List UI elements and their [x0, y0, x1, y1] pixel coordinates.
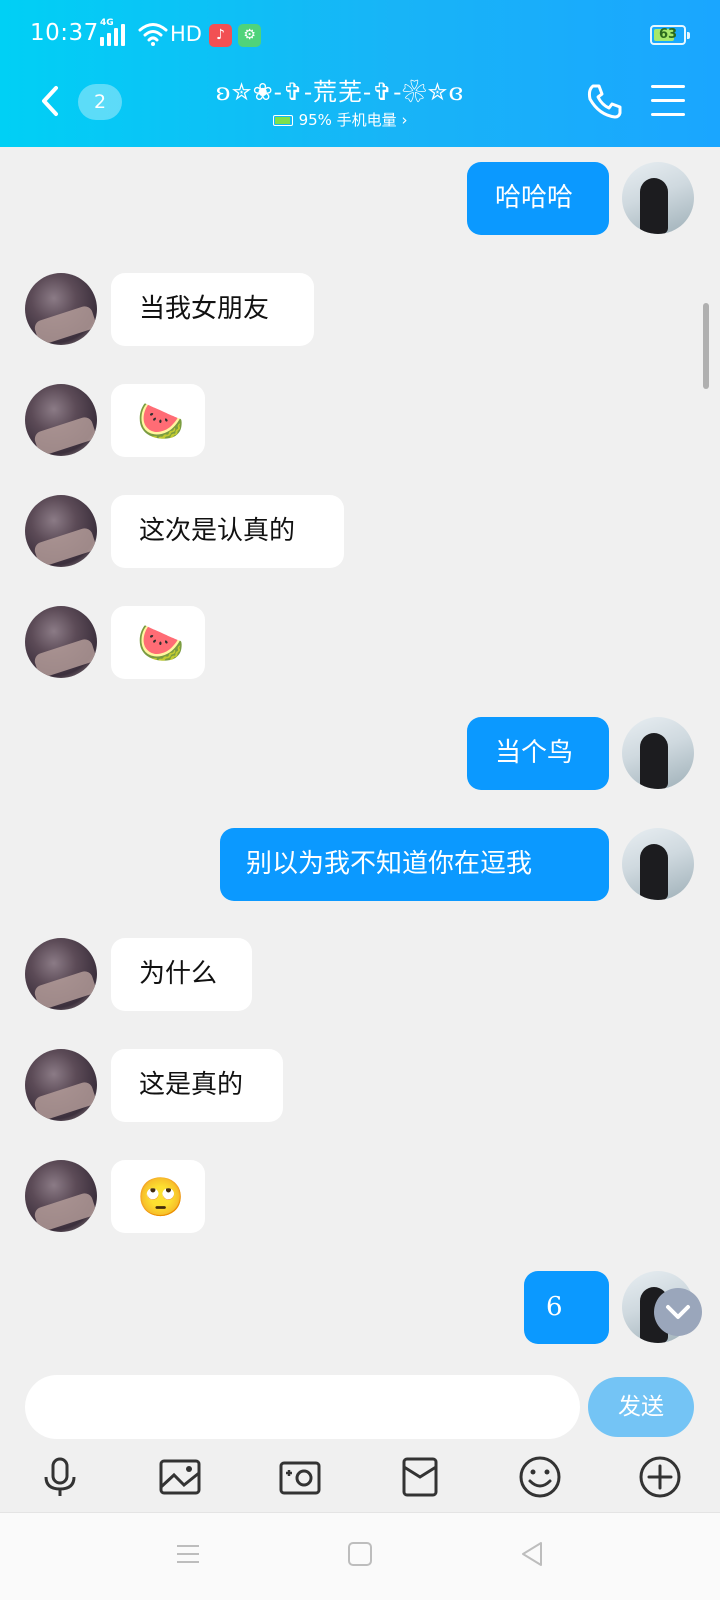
app-notification-icon: ⚙	[238, 24, 261, 47]
signal-icon: 4G	[100, 18, 134, 46]
scroll-indicator[interactable]	[703, 303, 709, 389]
message-bubble-sent[interactable]: 当个鸟	[467, 717, 609, 790]
my-avatar[interactable]	[622, 162, 694, 234]
status-bar: 10:37 4G HD ♪ ⚙ 63	[0, 0, 720, 70]
send-button[interactable]: 发送	[588, 1377, 694, 1437]
contact-name: ʚ✮❀-✞-荒芜-✞-❀✮ɞ	[215, 78, 465, 106]
red-packet-icon[interactable]	[398, 1455, 442, 1499]
phone-battery-icon	[272, 115, 293, 126]
message-text: 为什么	[139, 959, 218, 989]
unread-count-badge[interactable]: 2	[78, 84, 122, 120]
message-bubble-sent[interactable]: 别以为我不知道你在逗我	[220, 828, 609, 901]
message-bubble-received[interactable]: 为什么	[111, 938, 252, 1011]
message-list[interactable]: 哈哈哈 当我女朋友 🍉 这次是认真的 🍉 当个鸟 别以为我不知道你在逗我 为什么…	[0, 147, 720, 1360]
contact-avatar[interactable]	[25, 273, 97, 345]
message-bubble-sent[interactable]: 哈哈哈	[467, 162, 609, 235]
message-text: 当我女朋友	[139, 294, 270, 324]
system-back-icon[interactable]	[517, 1539, 547, 1569]
system-navigation-bar	[0, 1512, 720, 1600]
camera-icon[interactable]	[278, 1455, 322, 1499]
chevron-down-icon	[666, 1305, 690, 1319]
contact-title[interactable]: ʚ✮❀-✞-荒芜-✞-❀✮ɞ 95% 手机电量 ›	[210, 72, 470, 130]
contact-avatar[interactable]	[25, 938, 97, 1010]
plus-icon[interactable]	[638, 1455, 682, 1499]
message-text: 别以为我不知道你在逗我	[246, 849, 533, 879]
emoji-icon[interactable]	[518, 1455, 562, 1499]
contact-avatar[interactable]	[25, 384, 97, 456]
music-app-icon: ♪	[209, 24, 232, 47]
my-avatar[interactable]	[622, 717, 694, 789]
eye-roll-emoji-icon: 🙄	[137, 1174, 185, 1219]
contact-avatar[interactable]	[25, 1160, 97, 1232]
contact-status-text: 95% 手机电量 ›	[298, 111, 408, 129]
message-bubble-received[interactable]: 🙄	[111, 1160, 205, 1233]
message-bubble-received[interactable]: 当我女朋友	[111, 273, 314, 346]
hd-label: HD	[170, 22, 202, 46]
home-icon[interactable]	[345, 1539, 375, 1569]
back-arrow-icon[interactable]	[36, 84, 66, 118]
contact-avatar[interactable]	[25, 606, 97, 678]
input-area: 发送	[0, 1360, 720, 1512]
wifi-icon	[138, 23, 168, 46]
chat-header: 10:37 4G HD ♪ ⚙ 63 2 ʚ✮❀-✞-荒芜-✞-❀✮ɞ 95% …	[0, 0, 720, 147]
message-input[interactable]	[25, 1375, 580, 1439]
message-text: 6	[546, 1292, 563, 1322]
message-bubble-sent[interactable]: 6	[524, 1271, 609, 1344]
message-bubble-received[interactable]: 这次是认真的	[111, 495, 344, 568]
message-text: 这是真的	[139, 1070, 244, 1100]
watermelon-emoji-icon: 🍉	[137, 398, 185, 443]
message-text: 当个鸟	[495, 738, 574, 768]
recent-apps-icon[interactable]	[173, 1539, 203, 1569]
scroll-to-bottom-button[interactable]	[654, 1288, 702, 1336]
phone-call-icon[interactable]	[585, 82, 623, 120]
title-bar: 2 ʚ✮❀-✞-荒芜-✞-❀✮ɞ 95% 手机电量 ›	[0, 70, 720, 147]
contact-avatar[interactable]	[25, 495, 97, 567]
message-bubble-received[interactable]: 🍉	[111, 384, 205, 457]
message-bubble-received[interactable]: 这是真的	[111, 1049, 283, 1122]
network-tag: 4G	[100, 18, 114, 28]
menu-icon[interactable]	[651, 85, 685, 117]
battery-level: 63	[658, 27, 678, 42]
image-icon[interactable]	[158, 1455, 202, 1499]
battery-icon: 63	[650, 25, 690, 45]
microphone-icon[interactable]	[38, 1455, 82, 1499]
my-avatar[interactable]	[622, 828, 694, 900]
message-text: 这次是认真的	[139, 516, 296, 546]
clock: 10:37	[30, 20, 99, 46]
watermelon-emoji-icon: 🍉	[137, 620, 185, 665]
contact-avatar[interactable]	[25, 1049, 97, 1121]
contact-status[interactable]: 95% 手机电量 ›	[210, 109, 470, 130]
message-bubble-received[interactable]: 🍉	[111, 606, 205, 679]
message-text: 哈哈哈	[495, 183, 574, 213]
